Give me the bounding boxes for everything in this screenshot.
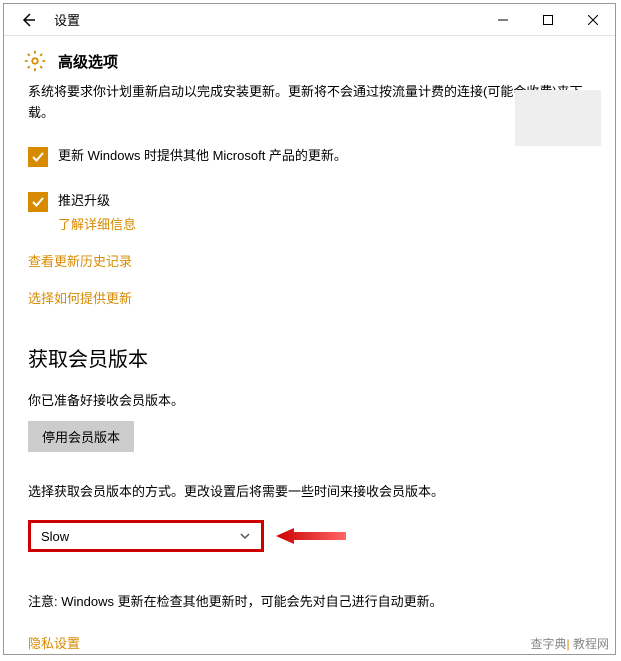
checkbox-label: 更新 Windows 时提供其他 Microsoft 产品的更新。	[58, 146, 347, 166]
checkbox-label: 推迟升级	[58, 191, 110, 211]
page-header: 高级选项	[4, 36, 615, 82]
checkbox-row-microsoft-updates[interactable]: 更新 Windows 时提供其他 Microsoft 产品的更新。	[28, 146, 591, 167]
insider-ready-text: 你已准备好接收会员版本。	[28, 390, 591, 409]
back-button[interactable]	[12, 4, 44, 36]
dropdown-row: Slow	[28, 520, 591, 552]
update-history-link[interactable]: 查看更新历史记录	[28, 251, 591, 270]
update-description: 系统将要求你计划重新启动以完成安装更新。更新将不会通过按流量计费的连接(可能会收…	[28, 82, 591, 124]
close-button[interactable]	[570, 4, 615, 36]
gear-icon	[24, 50, 46, 72]
maximize-button[interactable]	[525, 4, 570, 36]
minimize-button[interactable]	[480, 4, 525, 36]
delivery-method-link[interactable]: 选择如何提供更新	[28, 288, 591, 307]
check-icon	[31, 195, 45, 209]
auto-update-note: 注意: Windows 更新在检查其他更新时，可能会先对自己进行自动更新。	[28, 592, 591, 613]
titlebar: 设置	[4, 4, 615, 36]
page-title: 高级选项	[58, 51, 118, 72]
checkbox-row-defer-upgrade[interactable]: 推迟升级	[28, 191, 591, 212]
window-controls	[480, 4, 615, 36]
minimize-icon	[498, 15, 508, 25]
dropdown-value: Slow	[41, 529, 69, 544]
close-icon	[588, 15, 598, 25]
insider-section-heading: 获取会员版本	[28, 343, 591, 372]
red-arrow-annotation	[276, 526, 346, 546]
window-title: 设置	[54, 10, 80, 29]
method-description: 选择获取会员版本的方式。更改设置后将需要一些时间来接收会员版本。	[28, 482, 591, 503]
content-area: 系统将要求你计划重新启动以完成安装更新。更新将不会通过按流量计费的连接(可能会收…	[4, 82, 615, 652]
learn-more-link[interactable]: 了解详细信息	[58, 214, 591, 233]
check-icon	[31, 150, 45, 164]
insider-ring-dropdown[interactable]: Slow	[28, 520, 264, 552]
watermark-text2: 教程网	[573, 637, 609, 651]
checkbox-microsoft-updates[interactable]	[28, 147, 48, 167]
placeholder-box	[515, 90, 601, 146]
privacy-settings-link[interactable]: 隐私设置	[28, 633, 591, 652]
checkbox-defer-upgrade[interactable]	[28, 192, 48, 212]
chevron-down-icon	[239, 530, 251, 542]
arrow-left-icon	[20, 12, 36, 28]
maximize-icon	[543, 15, 553, 25]
watermark: 查字典| 教程网	[531, 635, 610, 652]
disable-insider-button[interactable]: 停用会员版本	[28, 421, 134, 452]
watermark-text1: 查字典	[531, 637, 567, 651]
